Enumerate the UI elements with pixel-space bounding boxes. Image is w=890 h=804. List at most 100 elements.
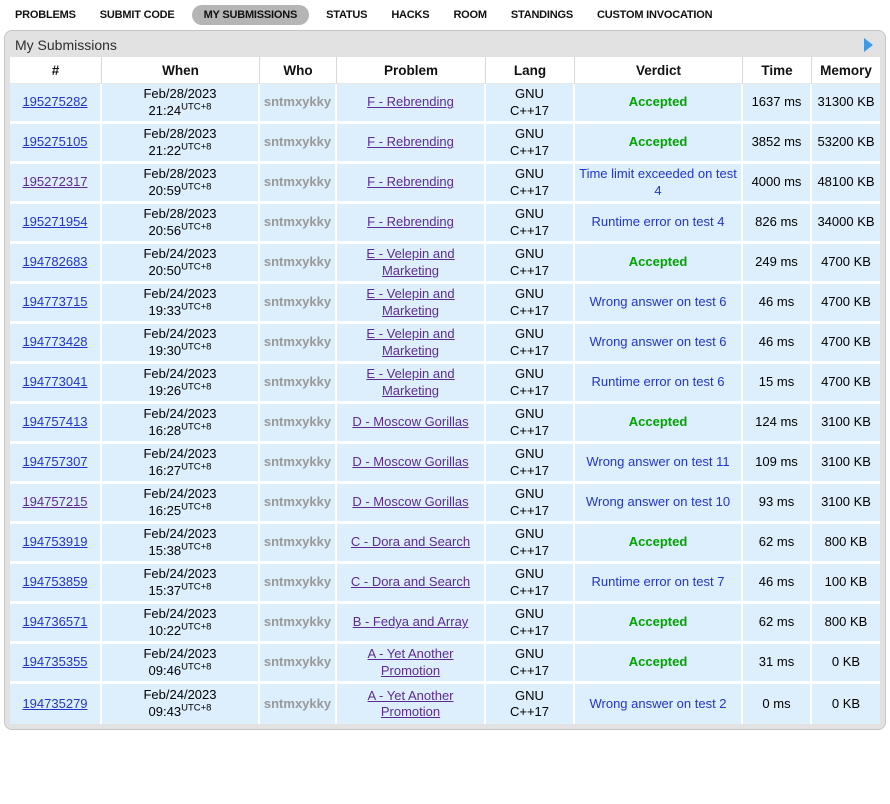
submission-id-link[interactable]: 194773041 (22, 374, 87, 389)
username-link[interactable]: sntmxykky (264, 614, 331, 629)
problem-link[interactable]: D - Moscow Gorillas (352, 414, 468, 429)
username-link[interactable]: sntmxykky (264, 414, 331, 429)
problem-link[interactable]: E - Velepin and Marketing (366, 286, 454, 317)
username-link[interactable]: sntmxykky (264, 214, 331, 229)
username-link[interactable]: sntmxykky (264, 696, 331, 711)
username-link[interactable]: sntmxykky (264, 534, 331, 549)
username-link[interactable]: sntmxykky (264, 94, 331, 109)
table-row: 194773041 Feb/24/2023 19:26UTC+8 sntmxyk… (10, 364, 880, 404)
who-cell: sntmxykky (260, 484, 337, 524)
submission-time: 15:37UTC+8 (105, 583, 255, 600)
verdict-link[interactable]: Accepted (629, 654, 688, 670)
timezone-label: UTC+8 (181, 381, 211, 392)
problem-link[interactable]: E - Velepin and Marketing (366, 366, 454, 397)
username-link[interactable]: sntmxykky (264, 254, 331, 269)
verdict-link[interactable]: Wrong answer on test 6 (589, 294, 726, 310)
nav-item-custom-invocation[interactable]: CUSTOM INVOCATION (590, 5, 719, 25)
time-cell: 46 ms (743, 564, 812, 604)
problem-link[interactable]: D - Moscow Gorillas (352, 454, 468, 469)
problem-link[interactable]: A - Yet Another Promotion (367, 688, 453, 719)
verdict-link[interactable]: Accepted (629, 94, 688, 110)
verdict-cell: Accepted (575, 524, 743, 564)
nav-item-room[interactable]: ROOM (446, 5, 493, 25)
problem-link[interactable]: E - Velepin and Marketing (366, 246, 454, 277)
verdict-link[interactable]: Accepted (629, 254, 688, 270)
right-arrow-icon[interactable] (864, 38, 873, 52)
submission-time: 20:50UTC+8 (105, 263, 255, 280)
submission-id-link[interactable]: 194782683 (22, 254, 87, 269)
verdict-link[interactable]: Accepted (629, 534, 688, 550)
submission-id-link[interactable]: 195272317 (22, 174, 87, 189)
submission-date: Feb/24/2023 (105, 446, 255, 463)
verdict-link[interactable]: Wrong answer on test 2 (589, 696, 726, 712)
submission-id-link[interactable]: 194757215 (22, 494, 87, 509)
verdict-link[interactable]: Accepted (629, 614, 688, 630)
submission-id-link[interactable]: 195275105 (22, 134, 87, 149)
table-header-row: # When Who Problem Lang Verdict Time Mem… (10, 57, 880, 84)
who-cell: sntmxykky (260, 564, 337, 604)
submission-id-link[interactable]: 194757413 (22, 414, 87, 429)
verdict-link[interactable]: Time limit exceeded on test 4 (578, 166, 738, 199)
table-row: 195275282 Feb/28/2023 21:24UTC+8 sntmxyk… (10, 84, 880, 124)
who-cell: sntmxykky (260, 644, 337, 684)
problem-link[interactable]: D - Moscow Gorillas (352, 494, 468, 509)
col-header-time: Time (743, 57, 812, 84)
timezone-label: UTC+8 (181, 421, 211, 432)
nav-item-hacks[interactable]: HACKS (384, 5, 436, 25)
time-cell: 62 ms (743, 604, 812, 644)
problem-link[interactable]: C - Dora and Search (351, 574, 470, 589)
submission-time: 21:22UTC+8 (105, 143, 255, 160)
nav-item-status[interactable]: STATUS (319, 5, 374, 25)
nav-item-problems[interactable]: PROBLEMS (8, 5, 83, 25)
nav-item-standings[interactable]: STANDINGS (504, 5, 580, 25)
col-header-id: # (10, 57, 102, 84)
submission-time: 19:30UTC+8 (105, 343, 255, 360)
nav-item-submit-code[interactable]: SUBMIT CODE (93, 5, 182, 25)
verdict-link[interactable]: Runtime error on test 4 (592, 214, 725, 230)
verdict-link[interactable]: Accepted (629, 134, 688, 150)
problem-link[interactable]: F - Rebrending (367, 214, 454, 229)
submission-id-link[interactable]: 195271954 (22, 214, 87, 229)
col-header-who: Who (260, 57, 337, 84)
submissions-table-wrap: # When Who Problem Lang Verdict Time Mem… (10, 57, 880, 724)
when-cell: Feb/24/2023 16:27UTC+8 (102, 444, 260, 484)
username-link[interactable]: sntmxykky (264, 134, 331, 149)
verdict-link[interactable]: Runtime error on test 6 (592, 374, 725, 390)
submission-id-link[interactable]: 194773428 (22, 334, 87, 349)
submission-id-link[interactable]: 194735355 (22, 654, 87, 669)
verdict-link[interactable]: Accepted (629, 414, 688, 430)
username-link[interactable]: sntmxykky (264, 174, 331, 189)
submission-id-link[interactable]: 194736571 (22, 614, 87, 629)
submission-time: 10:22UTC+8 (105, 623, 255, 640)
username-link[interactable]: sntmxykky (264, 494, 331, 509)
submission-id-link[interactable]: 194773715 (22, 294, 87, 309)
username-link[interactable]: sntmxykky (264, 574, 331, 589)
username-link[interactable]: sntmxykky (264, 334, 331, 349)
nav-item-my-submissions[interactable]: MY SUBMISSIONS (192, 5, 310, 25)
problem-link[interactable]: A - Yet Another Promotion (367, 646, 453, 677)
my-submissions-panel: My Submissions # When Who Problem Lang V… (4, 30, 886, 730)
problem-link[interactable]: E - Velepin and Marketing (366, 326, 454, 357)
username-link[interactable]: sntmxykky (264, 454, 331, 469)
username-link[interactable]: sntmxykky (264, 374, 331, 389)
verdict-link[interactable]: Wrong answer on test 11 (586, 454, 729, 470)
submission-id-link[interactable]: 194753919 (22, 534, 87, 549)
table-row: 194773428 Feb/24/2023 19:30UTC+8 sntmxyk… (10, 324, 880, 364)
submission-id-link[interactable]: 194753859 (22, 574, 87, 589)
submission-id-link[interactable]: 194757307 (22, 454, 87, 469)
problem-link[interactable]: C - Dora and Search (351, 534, 470, 549)
verdict-link[interactable]: Runtime error on test 7 (592, 574, 725, 590)
verdict-link[interactable]: Wrong answer on test 6 (589, 334, 726, 350)
timezone-label: UTC+8 (181, 703, 211, 714)
submission-id-link[interactable]: 194735279 (22, 696, 87, 711)
problem-link[interactable]: F - Rebrending (367, 94, 454, 109)
problem-link[interactable]: F - Rebrending (367, 174, 454, 189)
username-link[interactable]: sntmxykky (264, 294, 331, 309)
username-link[interactable]: sntmxykky (264, 654, 331, 669)
problem-link[interactable]: F - Rebrending (367, 134, 454, 149)
submission-id-link[interactable]: 195275282 (22, 94, 87, 109)
problem-link[interactable]: B - Fedya and Array (353, 614, 469, 629)
submission-id-cell: 194757215 (10, 484, 102, 524)
memory-cell: 0 KB (812, 644, 880, 684)
verdict-link[interactable]: Wrong answer on test 10 (586, 494, 730, 510)
